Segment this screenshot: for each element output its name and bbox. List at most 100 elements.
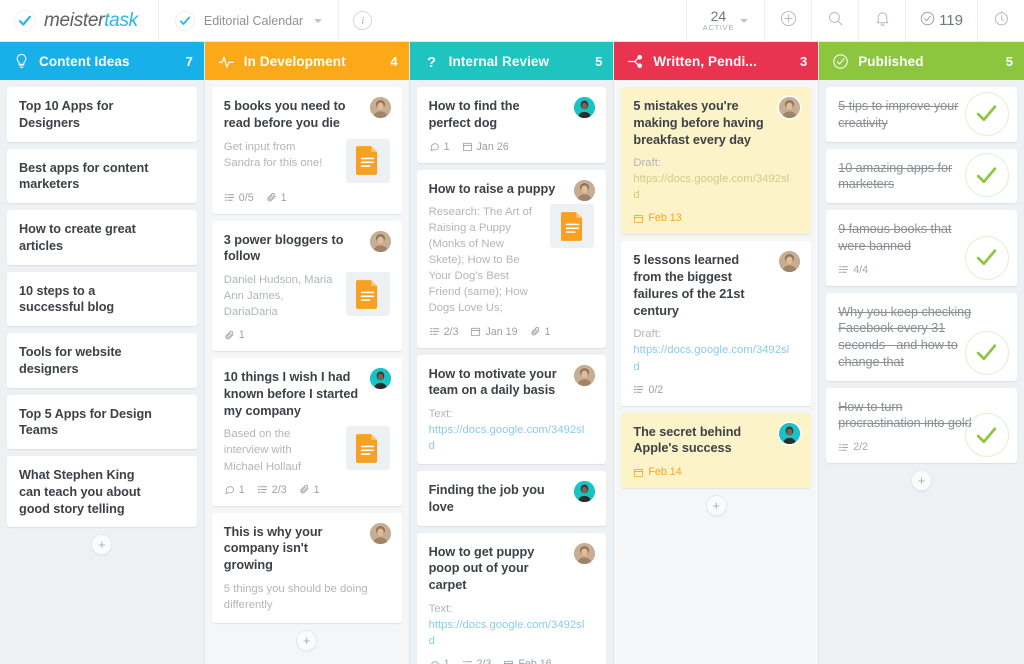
avatar[interactable] — [574, 542, 596, 564]
project-info-button[interactable]: i — [339, 0, 386, 42]
attachment-thumbnail[interactable] — [345, 272, 390, 317]
completed-count: 119 — [939, 12, 963, 29]
task-card[interactable]: Best apps for content marketers — [7, 148, 197, 204]
column-card-list: 5 books you need to read before you die G… — [205, 80, 409, 664]
task-description-link[interactable]: https://docs.google.com/3492sld — [633, 173, 789, 201]
column-title: Internal Review — [448, 53, 550, 69]
avatar[interactable] — [779, 251, 801, 273]
task-description-text: Daniel Hudson, Maria Ann James, DariaDar… — [223, 274, 333, 319]
column-header-published[interactable]: Published 5 — [819, 42, 1024, 80]
active-tasks-selector[interactable]: 24 ACTIVE — [685, 0, 764, 42]
checklist-icon — [429, 326, 440, 337]
kanban-board: Content Ideas 7 Top 10 Apps for Designers B… — [0, 42, 1024, 664]
task-card[interactable]: How to create great articles — [7, 210, 197, 265]
add-card-button[interactable]: + — [296, 629, 318, 651]
avatar[interactable] — [369, 368, 391, 390]
task-title: This is why your company isn't growing — [223, 524, 323, 573]
task-card[interactable]: Top 10 Apps for Designers — [7, 87, 197, 142]
task-description: 5 things you should be doing differently — [224, 581, 390, 613]
avatar[interactable] — [369, 97, 391, 118]
task-meta: 1 Jan 26 — [429, 141, 595, 153]
meta-attachment: 1 — [224, 329, 245, 341]
checklist-icon — [838, 264, 849, 275]
task-card[interactable]: 5 tips to improve your creativity — [826, 87, 1017, 142]
meta-value: 0/2 — [648, 383, 664, 396]
task-card[interactable]: The secret behind Apple's success Feb 14 — [621, 412, 812, 489]
pulse-icon — [218, 53, 235, 70]
add-task-button[interactable] — [764, 0, 811, 42]
attachment-thumbnail[interactable] — [345, 138, 390, 183]
meta-comment: 1 — [429, 658, 450, 664]
task-card[interactable]: How to find the perfect dog 1 Jan 26 — [416, 87, 607, 163]
lightbulb-icon — [13, 53, 30, 70]
add-card-button[interactable]: + — [705, 495, 727, 517]
completed-tasks-button[interactable]: 119 — [905, 0, 977, 42]
avatar[interactable] — [779, 422, 801, 444]
task-card[interactable]: 5 books you need to read before you die G… — [211, 87, 402, 214]
task-meta: Feb 14 — [633, 466, 799, 478]
app-logo-text: meistertask — [44, 10, 138, 32]
task-card[interactable]: What Stephen King can teach you about go… — [7, 456, 197, 528]
avatar[interactable] — [574, 481, 596, 503]
avatar[interactable] — [574, 179, 596, 201]
meta-value: Feb 16 — [518, 658, 551, 664]
avatar[interactable] — [369, 522, 391, 544]
avatar[interactable] — [574, 364, 596, 386]
column-card-list: 5 tips to improve your creativity 10 amaz… — [819, 80, 1024, 664]
attachment-thumbnail[interactable] — [550, 204, 595, 249]
search-button[interactable] — [811, 0, 858, 42]
avatar[interactable] — [779, 97, 801, 118]
task-card[interactable]: 3 power bloggers to follow Daniel Hudson,… — [211, 220, 402, 352]
avatar[interactable] — [369, 230, 391, 252]
meta-calendar: Jan 26 — [462, 141, 509, 153]
task-card[interactable]: How to get puppy poop out of your carpet… — [416, 532, 607, 664]
task-completed-icon — [964, 91, 1009, 136]
meta-comment: 1 — [224, 484, 245, 496]
task-card[interactable]: This is why your company isn't growing 5 … — [211, 512, 402, 623]
task-title: How to create great articles — [19, 222, 136, 253]
column-header-internal-review[interactable]: ? Internal Review 5 — [409, 42, 614, 80]
project-selector[interactable]: Editorial Calendar — [159, 0, 340, 42]
task-description-link[interactable]: https://docs.google.com/3492sld — [429, 424, 585, 452]
task-card[interactable]: 9 famous books that were banned 4/4 — [826, 210, 1017, 286]
task-completed-icon — [964, 235, 1009, 280]
meta-value: 1 — [238, 329, 245, 342]
task-card[interactable]: How to motivate your team on a daily bas… — [416, 354, 607, 465]
task-card[interactable]: Finding the job you love — [416, 471, 607, 526]
task-card[interactable]: How to turn procrastination into gold 2/2 — [826, 387, 1017, 464]
task-card[interactable]: 10 things I wish I had known before I st… — [211, 358, 402, 506]
attachment-thumbnail[interactable] — [345, 426, 390, 471]
meta-checklist: 2/3 — [462, 658, 491, 664]
task-card[interactable]: Tools for website designers — [7, 333, 197, 388]
task-card[interactable]: 10 amazing apps for marketers — [826, 148, 1017, 204]
meta-checklist: 2/3 — [429, 326, 458, 338]
task-card[interactable]: Top 5 Apps for Design Teams — [7, 394, 197, 450]
task-description-link[interactable]: https://docs.google.com/3492sld — [633, 344, 789, 372]
task-card[interactable]: 10 steps to a successful blog — [7, 271, 197, 327]
task-completed-icon — [964, 413, 1009, 458]
task-meta: 1 2/3 Feb 16 — [429, 658, 595, 664]
column-title: Published — [858, 53, 924, 69]
time-tracking-button[interactable] — [977, 0, 1024, 42]
column-header-content-ideas[interactable]: Content Ideas 7 — [0, 42, 204, 80]
notifications-button[interactable] — [858, 0, 905, 42]
search-icon — [827, 10, 844, 32]
column-header-written-pendi[interactable]: Written, Pendi... 3 — [614, 42, 819, 80]
meta-value: 2/2 — [853, 441, 869, 454]
app-logo[interactable]: meistertask — [0, 0, 159, 42]
avatar[interactable] — [574, 97, 596, 118]
task-title: 10 things I wish I had known before I st… — [223, 370, 359, 418]
task-card[interactable]: 5 mistakes you're making before having b… — [621, 87, 812, 235]
task-description-link[interactable]: https://docs.google.com/3492sld — [429, 619, 585, 647]
checklist-icon — [633, 384, 644, 395]
task-card[interactable]: How to raise a puppy Research: The Art of… — [416, 169, 607, 348]
add-card-button[interactable]: + — [91, 534, 113, 556]
task-card[interactable]: 5 lessons learned from the biggest failu… — [621, 241, 812, 406]
column-header-in-development[interactable]: In Development 4 — [204, 42, 409, 80]
add-card-button[interactable]: + — [911, 470, 933, 492]
task-card[interactable]: Why you keep checking Facebook every 31 … — [826, 292, 1017, 381]
task-title: How to get puppy poop out of your carpet — [428, 544, 535, 593]
meta-checklist: 2/3 — [257, 484, 287, 496]
task-description: Text: https://docs.google.com/3492sld — [429, 601, 595, 649]
meta-checklist: 0/5 — [224, 192, 254, 204]
